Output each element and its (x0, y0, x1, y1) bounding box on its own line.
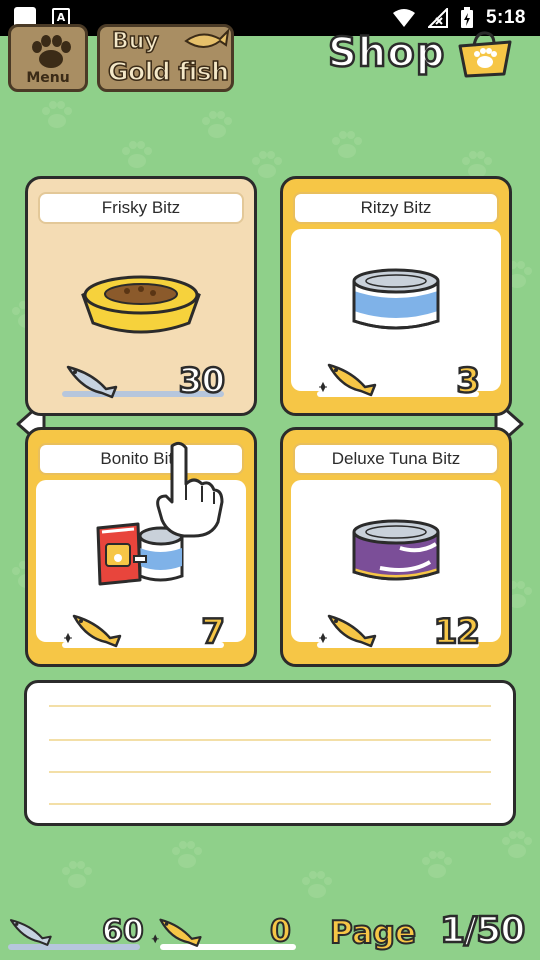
item-price: 12 (432, 611, 481, 654)
item-name: Deluxe Tuna Bitz (293, 443, 499, 475)
shop-title: Shop (327, 29, 446, 78)
buy-gold-fish-button[interactable]: Buy Gold fish (97, 24, 234, 92)
background-paw-icon (502, 831, 532, 858)
silver-fish-icon (66, 365, 118, 399)
gold-fish-icon (184, 28, 230, 48)
shop-item-frisky-bitz[interactable]: Frisky Bitz 30 (25, 176, 257, 416)
item-price: 3 (455, 360, 481, 403)
item-price: 30 (177, 360, 226, 403)
background-paw-icon (202, 111, 232, 138)
background-paw-icon (62, 861, 92, 888)
background-paw-icon (122, 141, 152, 168)
gold-fish-icon (64, 614, 122, 648)
item-name: Ritzy Bitz (293, 192, 499, 224)
silver-fish-icon (9, 919, 52, 946)
currency-bar: 60 0 Page 1/50 (0, 900, 540, 960)
shopping-bag-icon (458, 31, 512, 78)
purple-can-icon (352, 519, 440, 581)
ruled-line (49, 803, 491, 805)
item-description-box (24, 680, 516, 826)
item-name: Frisky Bitz (38, 192, 244, 224)
tutorial-hand-icon (156, 441, 224, 538)
shop-item-deluxe-tuna-bitz[interactable]: Deluxe Tuna Bitz 12 (280, 427, 512, 667)
gold-fish-icon (151, 918, 202, 947)
background-paw-icon (42, 101, 72, 128)
background-paw-icon (332, 131, 362, 158)
wifi-icon (392, 9, 415, 27)
ruled-line (49, 739, 491, 741)
clock: 5:18 (485, 7, 526, 28)
page-label: Page (329, 914, 417, 952)
buy-label: Buy (111, 28, 159, 55)
gold-fish-count: 0 (269, 913, 292, 950)
gold-fish-label: Gold fish (107, 56, 229, 87)
food-bowl-icon (81, 275, 201, 334)
background-paw-icon (252, 151, 282, 178)
background-paw-icon (422, 851, 452, 878)
menu-label: Menu (26, 70, 70, 86)
silver-fish-count: 60 (101, 913, 145, 950)
price-row: 30 (62, 357, 226, 403)
signal-icon (427, 8, 448, 28)
price-row: 7 (62, 608, 226, 654)
page-number: 1/50 (439, 909, 527, 953)
shop-item-ritzy-bitz[interactable]: Ritzy Bitz 3 (280, 176, 512, 416)
menu-button[interactable]: Menu (8, 24, 88, 92)
blue-can-icon (352, 268, 440, 330)
paw-icon (32, 35, 71, 68)
item-price: 7 (200, 611, 226, 654)
ruled-line (49, 705, 491, 707)
background-paw-icon (172, 841, 202, 868)
price-row: 12 (317, 608, 481, 654)
ruled-line (49, 771, 491, 773)
gold-fish-icon (319, 363, 377, 397)
gold-fish-icon (319, 614, 377, 648)
battery-icon (460, 7, 473, 28)
price-row: 3 (317, 357, 481, 403)
background-paw-icon (302, 871, 332, 898)
